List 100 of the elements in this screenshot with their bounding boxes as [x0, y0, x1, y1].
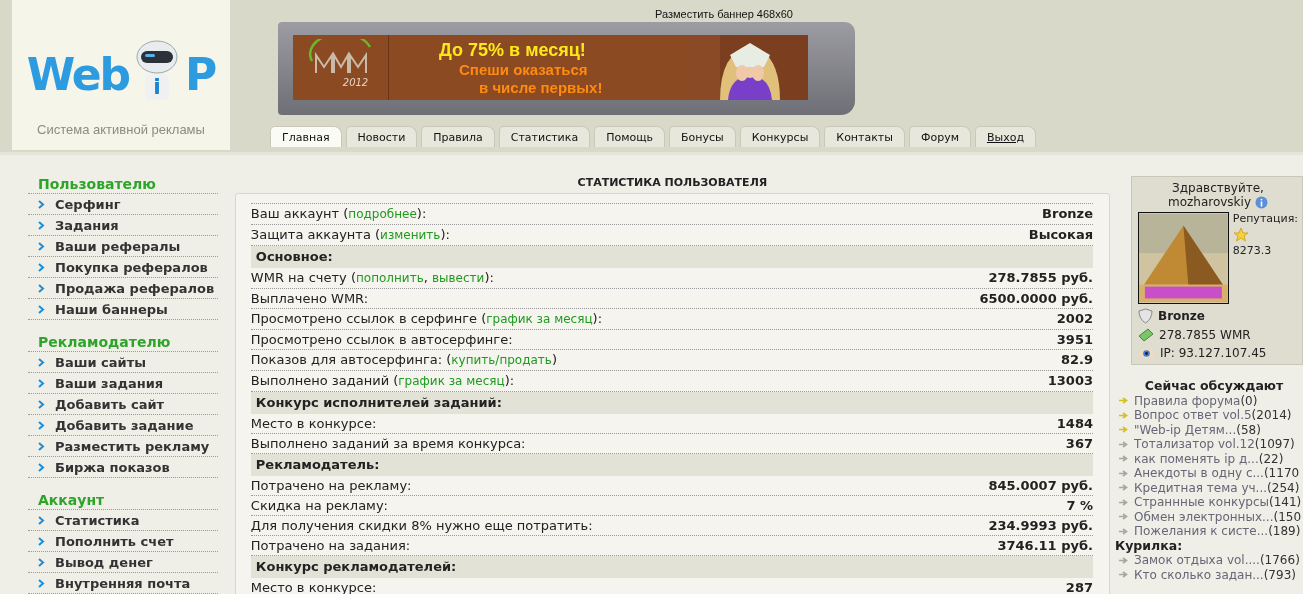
sidebar-item[interactable]: Ваши сайты	[28, 352, 218, 373]
topic-count: (150	[1273, 509, 1302, 524]
stat-value: 6500.0000 руб.	[979, 290, 1093, 308]
nav-tab[interactable]: Конкурсы	[739, 126, 821, 147]
topic-count: (793)	[1263, 567, 1296, 582]
tagline: Система активной рекламы	[37, 122, 205, 137]
topic-count: (22)	[1258, 451, 1284, 466]
stat-label: Скидка на рекламу:	[250, 497, 388, 515]
chevron-icon	[38, 537, 45, 546]
stat-label: Место в конкурсе:	[250, 415, 377, 433]
sidebar-item[interactable]: Серфинг	[28, 194, 218, 215]
chevron-icon	[38, 421, 45, 430]
nav-tab[interactable]: Новости	[345, 126, 418, 147]
nav-tab[interactable]: Контакты	[824, 126, 905, 147]
forum-heading: Курилка:	[1115, 538, 1184, 553]
info-icon[interactable]	[1255, 195, 1268, 209]
sidebar-item[interactable]: Продажа рефералов	[28, 278, 218, 299]
topic-count: (0)	[1240, 393, 1258, 408]
chevron-icon	[38, 263, 45, 272]
forum-topic-link[interactable]: Пожелания к систе...	[1134, 524, 1269, 539]
nav-tab[interactable]: Помощь	[594, 126, 665, 147]
forum-topic-link[interactable]: Кредитная тема уч...	[1134, 480, 1268, 495]
stat-label: Показов для автосерфинга: (купить/продать)	[250, 351, 557, 369]
sidebar-item[interactable]: Биржа показов	[28, 457, 218, 478]
stat-label: Выплачено WMR:	[250, 290, 369, 308]
stat-value: 13003	[1047, 372, 1093, 390]
nav-tab[interactable]: Бонусы	[669, 126, 736, 147]
greeting: Здравствуйте,	[1171, 181, 1265, 195]
forum-topic-link[interactable]: Обмен электронных...	[1134, 509, 1274, 524]
nav-tab[interactable]: Главная	[270, 126, 342, 147]
banner-slogan: в числе первых!	[479, 79, 604, 97]
sidebar-item[interactable]: Статистика	[28, 510, 218, 531]
topic-count: (141)	[1269, 495, 1302, 510]
nav-tab[interactable]: Правила	[421, 126, 495, 147]
forum-topic-link[interactable]: Страннные конкурсы	[1134, 495, 1270, 510]
stat-label: Место в конкурсе:	[250, 579, 377, 594]
sidebar-item[interactable]: Внутренняя почта	[28, 573, 218, 594]
forum-topic-link[interactable]: Кто сколько задан...	[1134, 567, 1264, 582]
stat-label: Выполнено заданий (график за месяц):	[250, 372, 515, 390]
sidebar-item[interactable]: Наши баннеры	[28, 299, 218, 320]
forum-topic-link[interactable]: Замок отдыха vol....	[1134, 553, 1260, 568]
sidebar-heading: Аккаунт	[28, 492, 218, 510]
nav-tab[interactable]: Статистика	[498, 126, 591, 147]
chevron-icon	[38, 400, 45, 409]
banknote-icon	[1138, 328, 1154, 342]
nav-tab[interactable]: Выход	[974, 126, 1037, 147]
sidebar-heading: Рекламодателю	[28, 334, 218, 352]
stat-label: Для получения скидки 8% нужно еще потратить:	[250, 517, 593, 535]
section-heading: Конкурс исполнителей заданий:	[250, 392, 1093, 414]
stat-value: 3746.11 руб.	[997, 537, 1093, 555]
chevron-icon	[38, 242, 45, 251]
chevron-icon	[38, 558, 45, 567]
place-banner-link[interactable]: Разместить баннер 468x60	[655, 8, 1041, 20]
banner-headline: До 75% в месяц!	[439, 40, 587, 61]
stat-label: Ваш аккаунт (подробнее):	[250, 205, 427, 223]
sidebar-item[interactable]: Добавить сайт	[28, 394, 218, 415]
star-icon	[1232, 227, 1249, 242]
stat-value: 2002	[1056, 310, 1093, 328]
reputation-value: 8273.3	[1232, 244, 1272, 257]
stat-value: 367	[1065, 435, 1093, 453]
stat-value: Высокая	[1028, 226, 1093, 244]
forum-topic-link[interactable]: Вопрос ответ vol.5	[1134, 408, 1252, 423]
chevron-icon	[38, 200, 45, 209]
sidebar-item[interactable]: Добавить задание	[28, 415, 218, 436]
profile-detail: 278.7855 WMR	[1159, 328, 1251, 342]
sidebar-item[interactable]: Вывод денег	[28, 552, 218, 573]
stat-label: Потрачено на задания:	[250, 537, 411, 555]
forum-topic-link[interactable]: как поменять ip д...	[1134, 451, 1259, 466]
logo-text: Web	[26, 50, 130, 100]
logo-letter: P	[185, 50, 216, 100]
topic-count: (1097)	[1254, 437, 1295, 452]
stat-label: WMR на счету (пополнить, вывести):	[250, 269, 494, 287]
topic-count: (254)	[1267, 480, 1300, 495]
forum-heading: Сейчас обсуждают	[1143, 379, 1285, 394]
forum-topic-link[interactable]: Правила форума	[1134, 393, 1241, 408]
sidebar-item[interactable]: Ваши задания	[28, 373, 218, 394]
sidebar-item[interactable]: Задания	[28, 215, 218, 236]
sidebar-item[interactable]: Пополнить счет	[28, 531, 218, 552]
stat-value: 278.7855 руб.	[988, 269, 1093, 287]
stats-title: СТАТИСТИКА ПОЛЬЗОВАТЕЛЯ	[576, 176, 769, 191]
stat-value: Bronze	[1042, 205, 1093, 223]
forum-topic-link[interactable]: "Web-ip Детям...	[1134, 422, 1237, 437]
sidebar-heading: Пользователю	[28, 176, 218, 194]
chevron-icon	[38, 579, 45, 588]
stat-label: Выполнено заданий за время конкурса:	[250, 435, 526, 453]
topic-count: (1766)	[1259, 553, 1300, 568]
sidebar-item[interactable]: Покупка рефералов	[28, 257, 218, 278]
shield-icon	[1138, 308, 1153, 324]
nav-tab[interactable]: Форум	[908, 126, 971, 147]
chevron-icon	[38, 305, 45, 314]
chevron-icon	[38, 516, 45, 525]
banner-year: 2012	[342, 77, 369, 88]
stat-value: 7 %	[1066, 497, 1093, 515]
banner-ad[interactable]: 2012 До 75% в месяц! Спеши оказаться в числе первых!	[293, 35, 808, 100]
username: mozharovskiy	[1167, 195, 1251, 209]
sidebar-item[interactable]: Разместить рекламу	[28, 436, 218, 457]
profile-detail: Bronze	[1158, 309, 1205, 323]
forum-topic-link[interactable]: Анекдоты в одну с...	[1134, 466, 1264, 481]
forum-topic-link[interactable]: Тотализатор vol.12	[1134, 437, 1255, 452]
sidebar-item[interactable]: Ваши рефералы	[28, 236, 218, 257]
